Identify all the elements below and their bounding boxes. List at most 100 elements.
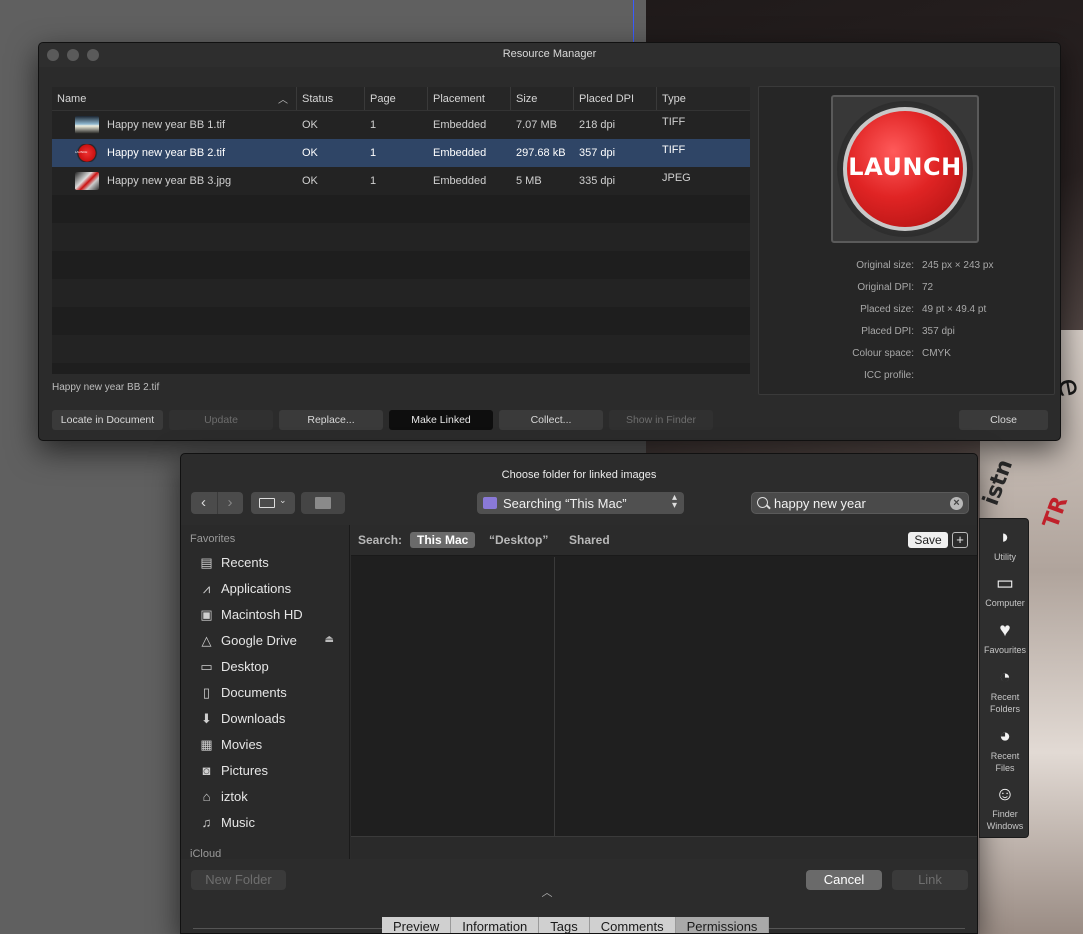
eject-icon[interactable]: ⏏ <box>325 634 334 645</box>
sidebar-item-label: Recents <box>221 555 269 570</box>
info-label: Placed size: <box>860 304 914 315</box>
sidebar-item-documents[interactable]: ▯ Documents <box>198 684 348 704</box>
column-header-page[interactable]: Page <box>365 87 428 110</box>
table-row[interactable]: Happy new year BB 3.jpg OK 1 Embedded 5 … <box>52 167 750 195</box>
search-input[interactable]: happy new year <box>774 496 866 511</box>
launch-ring: LAUNCH <box>843 107 967 231</box>
column-header-placement[interactable]: Placement <box>428 87 511 110</box>
selected-file-name: Happy new year BB 2.tif <box>52 382 160 393</box>
file-name: Happy new year BB 2.tif <box>107 146 226 159</box>
status-cell: OK <box>302 119 318 131</box>
scope-desktop[interactable]: “Desktop” <box>482 532 555 548</box>
scope-shared[interactable]: Shared <box>562 532 617 548</box>
tab-preview[interactable]: Preview <box>382 917 452 933</box>
column-label: Status <box>302 93 334 105</box>
toolbar-label: Finder Windows <box>986 809 1024 831</box>
update-button[interactable]: Update <box>169 410 273 430</box>
google-drive-icon: △ <box>201 633 212 648</box>
info-value: 72 <box>922 282 934 293</box>
launch-text: LAUNCH <box>848 153 962 181</box>
clear-search-icon[interactable]: × <box>950 497 963 510</box>
sidebar-item-label: Google Drive <box>221 633 297 648</box>
sidebar-item-applications[interactable]: ⩘ Applications <box>198 580 348 600</box>
replace-button[interactable]: Replace... <box>279 410 383 430</box>
toolbar-utility[interactable]: ◗ Utility <box>980 527 1030 563</box>
column-header-placed-dpi[interactable]: Placed DPI <box>574 87 657 110</box>
info-label: Original size: <box>856 260 914 271</box>
sidebar-item-movies[interactable]: ▦ Movies <box>198 736 348 756</box>
column-header-status[interactable]: Status <box>297 87 365 110</box>
link-button[interactable]: Link <box>892 870 968 890</box>
toolbar-label: Recent Folders <box>989 692 1020 714</box>
new-folder-button[interactable]: New Folder <box>191 870 286 890</box>
search-scope-bar: Search: This Mac “Desktop” Shared Save + <box>351 525 977 556</box>
back-button[interactable]: ‹ <box>191 492 216 514</box>
sidebar-item-music[interactable]: ♫ Music <box>198 814 348 834</box>
collect-button[interactable]: Collect... <box>499 410 603 430</box>
tab-tags[interactable]: Tags <box>539 917 590 933</box>
view-mode-button[interactable]: ⌄ <box>251 492 295 514</box>
sidebar-item-label: Downloads <box>221 711 286 726</box>
tab-information[interactable]: Information <box>451 917 540 933</box>
add-criteria-button[interactable]: + <box>952 532 968 548</box>
desktop-icon: ▭ <box>200 659 213 674</box>
search-folder-icon <box>483 497 497 509</box>
browser-column[interactable] <box>351 557 555 836</box>
sidebar-item-label: Movies <box>221 737 263 752</box>
launch-red-button: LAUNCH <box>847 111 963 227</box>
sidebar-item-downloads[interactable]: ⬇ Downloads <box>198 710 348 730</box>
table-row-selected[interactable]: LAUNCH Happy new year BB 2.tif OK 1 Embed… <box>52 139 750 167</box>
dpi-cell: 218 dpi <box>579 119 616 131</box>
title-bar[interactable]: Resource Manager <box>39 43 1060 67</box>
scope-this-mac[interactable]: This Mac <box>410 532 476 548</box>
sidebar-item-macintosh-hd[interactable]: ▣ Macintosh HD <box>198 606 348 626</box>
toolbar-computer[interactable]: ▭ Computer <box>980 573 1030 609</box>
new-folder-toolbar-button[interactable] <box>301 492 345 514</box>
forward-button[interactable]: › <box>217 492 242 514</box>
resource-manager-window: Resource Manager Name ︿ Status Page Place… <box>38 42 1061 441</box>
inspector-tabs: Preview Information Tags Comments Permis… <box>382 917 770 933</box>
sidebar-item-pictures[interactable]: ◙ Pictures <box>198 762 348 782</box>
info-value: 245 px × 243 px <box>922 260 994 271</box>
placement-cell: Embedded <box>433 175 487 187</box>
column-label: Placement <box>433 93 485 105</box>
toolbar-recent-folders[interactable]: ◔ Recent Folders <box>980 667 1030 715</box>
thumbnail-text: LAUNCH <box>75 150 88 154</box>
image-thumbnail <box>75 172 99 190</box>
toolbar-label: Computer <box>985 598 1025 608</box>
location-popup[interactable]: Searching “This Mac” ▴ ▾ <box>477 492 684 514</box>
search-field[interactable]: happy new year × <box>751 492 969 514</box>
computer-icon: ▭ <box>996 573 1014 594</box>
sidebar-item-desktop[interactable]: ▭ Desktop <box>198 658 348 678</box>
column-header-size[interactable]: Size <box>511 87 574 110</box>
sidebar-item-iztok[interactable]: ⌂ iztok <box>198 788 348 808</box>
size-cell: 5 MB <box>516 175 542 187</box>
applications-icon: ⩘ <box>202 581 211 596</box>
camera-icon: ◙ <box>202 763 211 778</box>
tab-permissions[interactable]: Permissions <box>675 917 770 933</box>
toolbar-finder-windows[interactable]: ☺ Finder Windows <box>980 784 1030 832</box>
toolbar-favourites[interactable]: ♥ Favourites <box>980 620 1030 656</box>
dialog-title: Choose folder for linked images <box>501 469 657 481</box>
table-row[interactable]: Happy new year BB 1.tif OK 1 Embedded 7.… <box>52 111 750 139</box>
status-cell: OK <box>302 147 318 159</box>
make-linked-button[interactable]: Make Linked <box>389 410 493 430</box>
info-value: 357 dpi <box>922 326 955 337</box>
sidebar-item-google-drive[interactable]: △ Google Drive ⏏ <box>198 632 348 652</box>
locate-in-document-button[interactable]: Locate in Document <box>52 410 163 430</box>
sidebar-item-recents[interactable]: ▤ Recents <box>198 554 348 574</box>
column-header-type[interactable]: Type <box>657 87 750 110</box>
browser-column[interactable] <box>556 557 977 836</box>
back-forward-group: ‹ › <box>191 492 243 514</box>
column-header-name[interactable]: Name ︿ <box>52 87 297 110</box>
cancel-button[interactable]: Cancel <box>806 870 882 890</box>
sidebar-item-label: Desktop <box>221 659 269 674</box>
toolbar-recent-files[interactable]: ◕ Recent Files <box>980 726 1030 774</box>
show-in-finder-button[interactable]: Show in Finder <box>609 410 713 430</box>
tab-comments[interactable]: Comments <box>589 917 676 933</box>
downloads-icon: ⬇ <box>201 711 212 726</box>
search-icon <box>757 497 768 508</box>
save-search-button[interactable]: Save <box>908 532 948 548</box>
chevron-up-icon[interactable]: ︿ <box>537 884 557 899</box>
close-button[interactable]: Close <box>959 410 1048 430</box>
